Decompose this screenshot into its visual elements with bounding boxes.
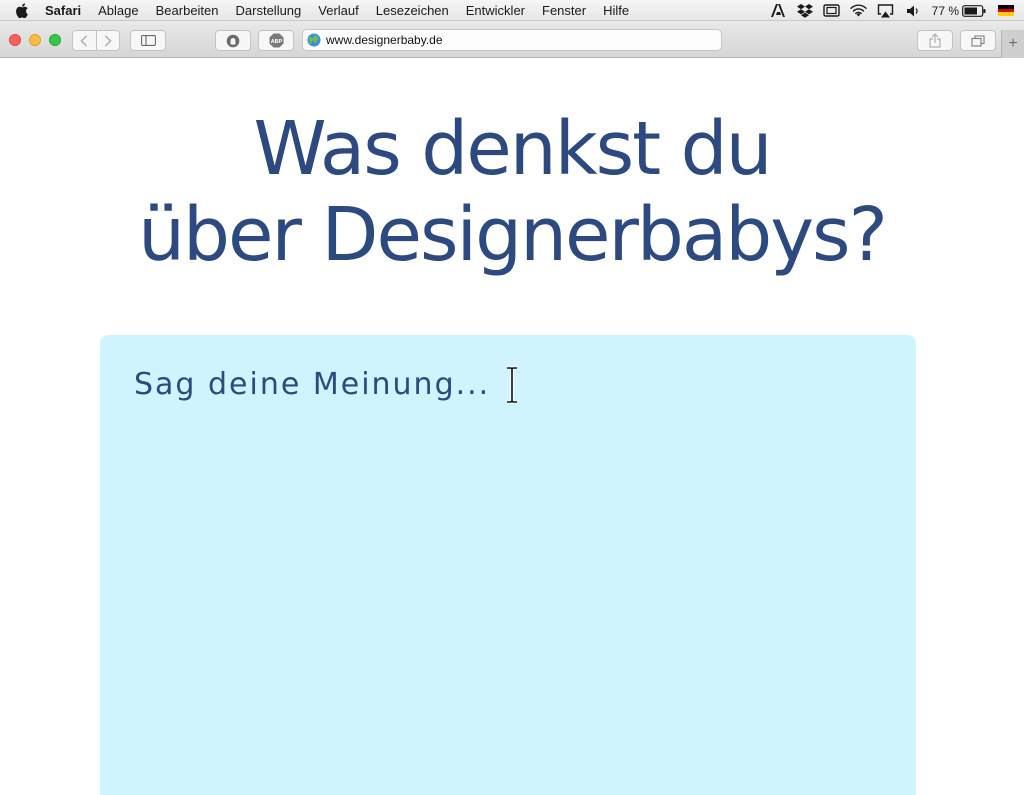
battery-percentage: 77 % <box>931 3 959 18</box>
volume-icon[interactable] <box>904 4 922 18</box>
wifi-icon[interactable] <box>850 4 868 18</box>
back-button[interactable] <box>73 31 96 50</box>
menu-app-name[interactable]: Safari <box>45 0 81 21</box>
navigation-buttons <box>72 30 120 51</box>
sidebar-button[interactable] <box>130 30 166 51</box>
adblock-extension-button[interactable]: ABP <box>258 30 294 51</box>
ghost-icon <box>226 34 240 47</box>
menu-lesezeichen[interactable]: Lesezeichen <box>376 0 449 21</box>
apple-icon[interactable] <box>15 2 29 18</box>
share-icon <box>929 33 941 48</box>
globe-icon <box>307 33 321 47</box>
ghostery-extension-button[interactable] <box>215 30 251 51</box>
fullscreen-window-button[interactable] <box>49 34 61 46</box>
minimize-window-button[interactable] <box>29 34 41 46</box>
opinion-textarea[interactable]: Sag deine Meinung... <box>100 335 916 795</box>
opinion-placeholder: Sag deine Meinung... <box>134 367 491 402</box>
chevron-right-icon <box>104 35 112 46</box>
new-tab-button[interactable]: + <box>1001 30 1024 58</box>
status-area: 77 % <box>760 0 1014 21</box>
text-cursor-icon <box>507 366 517 404</box>
german-flag-icon[interactable] <box>998 5 1014 17</box>
page-headline: Was denkst du über Designerbabys? <box>0 106 1024 278</box>
svg-text:ABP: ABP <box>270 39 282 45</box>
browser-toolbar: ABP www.designerbaby.de + <box>0 21 1024 58</box>
web-page: Was denkst du über Designerbabys? Sag de… <box>0 58 1024 795</box>
headline-line-1: Was denkst du <box>253 106 772 192</box>
chevron-left-icon <box>80 35 88 46</box>
url-text: www.designerbaby.de <box>326 33 443 47</box>
airplay-icon[interactable] <box>877 3 895 18</box>
close-window-button[interactable] <box>9 34 21 46</box>
menu-hilfe[interactable]: Hilfe <box>603 0 629 21</box>
menu-darstellung[interactable]: Darstellung <box>236 0 302 21</box>
forward-button[interactable] <box>95 31 120 50</box>
tab-overview-button[interactable] <box>960 30 996 51</box>
plus-icon: + <box>1008 35 1018 52</box>
battery-icon[interactable] <box>962 4 986 18</box>
menu-ablage[interactable]: Ablage <box>98 0 138 21</box>
menu-bearbeiten[interactable]: Bearbeiten <box>156 0 219 21</box>
menu-fenster[interactable]: Fenster <box>542 0 586 21</box>
menu-entwickler[interactable]: Entwickler <box>466 0 525 21</box>
display-mirror-icon[interactable] <box>823 4 841 18</box>
headline-line-2: über Designerbabys? <box>138 192 888 278</box>
adobe-icon[interactable] <box>769 4 787 18</box>
menu-verlauf[interactable]: Verlauf <box>318 0 358 21</box>
tabs-icon <box>971 34 985 47</box>
adblock-icon: ABP <box>269 33 283 48</box>
sidebar-icon <box>140 35 156 46</box>
address-bar[interactable]: www.designerbaby.de <box>302 29 722 51</box>
menubar: Safari Ablage Bearbeiten Darstellung Ver… <box>0 0 1024 21</box>
share-button[interactable] <box>917 30 953 51</box>
dropbox-icon[interactable] <box>796 3 814 18</box>
